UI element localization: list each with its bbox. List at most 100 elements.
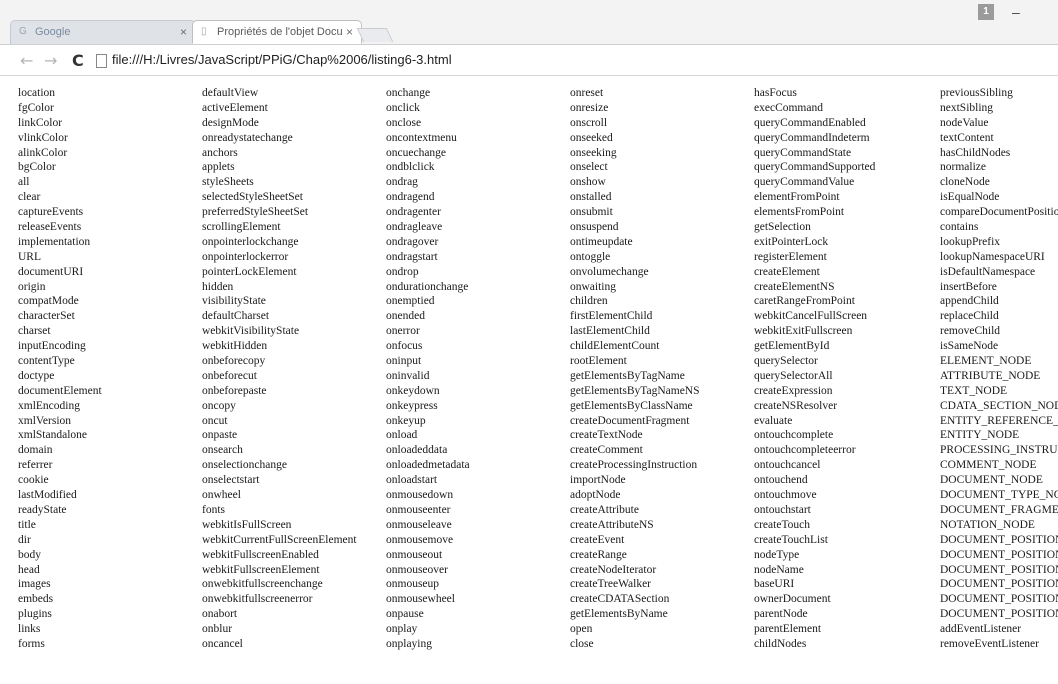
back-arrow-icon[interactable]: ← (20, 51, 33, 70)
property-name: onselect (570, 161, 608, 174)
property-name: releaseEvents (18, 221, 82, 234)
property-name: onmouseleave (386, 518, 452, 531)
property-name: oncopy (202, 399, 236, 412)
property-name: hasFocus (754, 87, 797, 99)
property-name: createElement (754, 265, 820, 278)
property-name: appendChild (940, 295, 999, 308)
property-name: DOCUMENT_FRAGMENT_NODE (940, 503, 1058, 516)
property-name: onmouseover (386, 563, 448, 576)
property-name: oncancel (202, 637, 243, 650)
property-name: onchange (386, 87, 431, 99)
property-name: addEventListener (940, 623, 1022, 636)
property-name: ownerDocument (754, 593, 831, 606)
property-name: DOCUMENT_POSITION_CONTAINS (940, 578, 1058, 591)
property-name: dir (18, 533, 31, 546)
property-name: onreset (570, 87, 604, 99)
property-name: createAttribute (570, 503, 639, 516)
close-tab-icon[interactable]: × (180, 25, 187, 39)
property-name: xmlStandalone (18, 429, 87, 442)
property-name: all (18, 176, 30, 189)
property-name: clear (18, 191, 41, 204)
property-name: createProcessingInstruction (570, 459, 698, 472)
property-name: childElementCount (570, 340, 660, 353)
profile-avatar-icon[interactable]: 1 (978, 4, 994, 20)
property-name: onclose (386, 116, 422, 129)
property-name: documentElement (18, 384, 102, 397)
property-name: ondurationchange (386, 280, 469, 293)
property-name: compatMode (18, 295, 79, 308)
property-name: onblur (202, 623, 233, 636)
reload-icon[interactable]: C (72, 51, 84, 70)
property-name: DOCUMENT_POSITION_FOLLOWING (940, 563, 1058, 576)
property-name: onscroll (570, 116, 608, 129)
property-name: cookie (18, 474, 49, 487)
property-name: createExpression (754, 384, 833, 397)
tab-google[interactable]: G Google × (10, 20, 196, 44)
property-name: embeds (18, 593, 54, 606)
property-name: webkitFullscreenElement (202, 563, 320, 576)
property-name: createNodeIterator (570, 563, 657, 576)
address-bar[interactable]: file:///H:/Livres/JavaScript/PPiG/Chap%2… (112, 52, 452, 67)
property-name: cloneNode (940, 176, 990, 189)
property-name: ondragover (386, 235, 439, 248)
property-name: onkeydown (386, 384, 440, 397)
property-name: defaultCharset (202, 310, 270, 323)
property-name: previousSibling (940, 87, 1013, 99)
property-name: elementsFromPoint (754, 206, 845, 219)
property-name: open (570, 623, 593, 636)
property-name: getElementsByTagName (570, 369, 685, 382)
property-name: onerror (386, 325, 420, 338)
property-name: ondragenter (386, 206, 441, 219)
property-name: isDefaultNamespace (940, 265, 1036, 278)
minimize-button[interactable]: – (1012, 4, 1020, 20)
property-name: implementation (18, 235, 91, 248)
file-page-icon (96, 54, 107, 68)
property-name: TEXT_NODE (940, 384, 1008, 397)
property-name: ondrag (386, 176, 418, 189)
property-name: ENTITY_NODE (940, 429, 1020, 442)
property-name: scrollingElement (202, 221, 281, 234)
property-name: head (18, 563, 40, 576)
property-name: evaluate (754, 414, 793, 427)
property-name: characterSet (18, 310, 75, 323)
property-name: queryCommandIndeterm (754, 131, 870, 144)
property-name: hasChildNodes (940, 146, 1011, 159)
property-name: CDATA_SECTION_NODE (940, 399, 1058, 412)
property-name: querySelector (754, 355, 818, 368)
property-name: webkitCancelFullScreen (754, 310, 868, 323)
property-name: images (18, 578, 51, 591)
property-name: registerElement (754, 250, 827, 263)
property-column: onreset onresize onscroll onseeked onseeking… (570, 86, 752, 652)
forward-arrow-icon[interactable]: → (44, 51, 57, 70)
property-name: getElementsByName (570, 608, 668, 621)
property-name: elementFromPoint (754, 191, 840, 204)
property-name: ondragend (386, 191, 435, 204)
property-name: onpointerlockchange (202, 235, 299, 248)
property-name: anchors (202, 146, 238, 159)
property-name: onstalled (570, 191, 612, 204)
property-name: queryCommandSupported (754, 161, 876, 174)
property-name: ontouchstart (754, 503, 811, 516)
property-name: onemptied (386, 295, 435, 308)
property-name: replaceChild (940, 310, 999, 323)
property-name: ondragstart (386, 250, 438, 263)
property-name: execCommand (754, 101, 823, 114)
tab-properties[interactable]: ▯ Propriétés de l'objet Docu × (192, 20, 362, 44)
property-name: onselectionchange (202, 459, 287, 472)
property-name: onabort (202, 608, 238, 621)
title-bar: G Google × ▯ Propriétés de l'objet Docu … (0, 0, 1058, 45)
property-name: documentURI (18, 265, 84, 278)
property-name: createTreeWalker (570, 578, 652, 591)
property-name: isSameNode (940, 340, 999, 353)
property-name: oncontextmenu (386, 131, 457, 144)
property-name: DOCUMENT_NODE (940, 474, 1043, 487)
property-name: lastElementChild (570, 325, 650, 338)
property-name: body (18, 548, 41, 561)
property-name: links (18, 623, 41, 636)
property-name: DOCUMENT_POSITION_CONTAINED_BY (940, 593, 1058, 606)
property-name: xmlEncoding (18, 399, 80, 412)
property-name: adoptNode (570, 489, 621, 502)
close-tab-icon[interactable]: × (346, 25, 353, 39)
new-tab-button[interactable] (356, 28, 394, 42)
property-name: removeEventListener (940, 637, 1039, 650)
